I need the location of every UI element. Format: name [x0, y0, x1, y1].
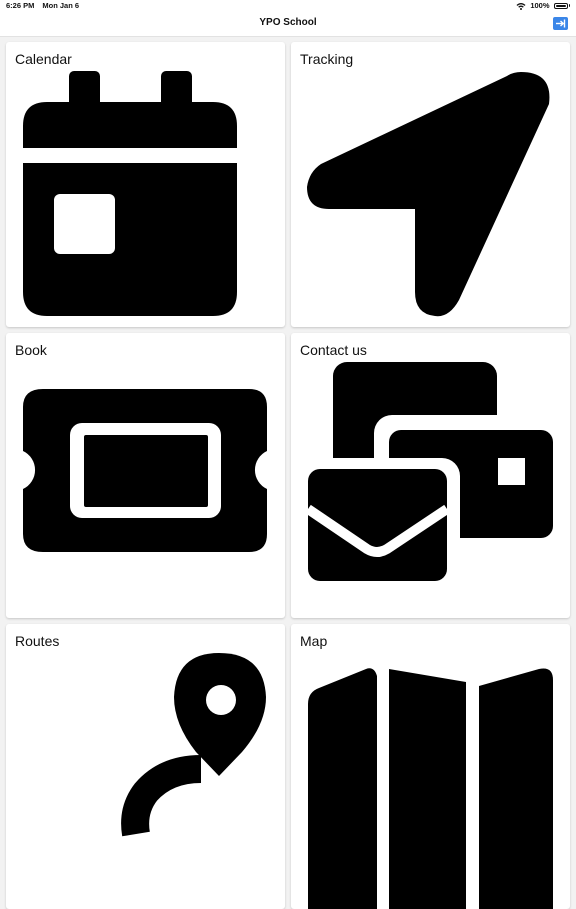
logout-icon — [556, 19, 566, 28]
tile-tracking[interactable]: Tracking — [291, 42, 570, 327]
route-pin-icon — [121, 653, 266, 837]
status-bar-right: 100% — [516, 1, 570, 10]
mail-contact-icon — [297, 362, 559, 593]
tile-book[interactable]: Book — [6, 333, 285, 618]
tile-calendar[interactable]: Calendar — [6, 42, 285, 327]
calendar-icon — [23, 71, 237, 316]
page-title: YPO School — [259, 17, 317, 28]
status-date: Mon Jan 6 — [42, 1, 80, 10]
tile-contact-us[interactable]: Contact us — [291, 333, 570, 618]
status-bar-left: 6:26 PM Mon Jan 6 — [6, 1, 79, 10]
logout-button[interactable] — [553, 17, 568, 30]
status-bar: 6:26 PM Mon Jan 6 100% — [0, 0, 576, 12]
battery-percent: 100% — [530, 1, 550, 10]
battery-icon — [553, 2, 570, 9]
wifi-icon — [516, 2, 526, 10]
navigation-arrow-icon — [307, 72, 550, 317]
status-time: 6:26 PM — [6, 1, 35, 10]
tile-routes[interactable]: Routes — [6, 624, 285, 909]
tile-map[interactable]: Map — [291, 624, 570, 909]
map-icon — [308, 668, 553, 909]
navigation-bar: YPO School — [0, 12, 576, 37]
ticket-icon — [23, 389, 267, 552]
